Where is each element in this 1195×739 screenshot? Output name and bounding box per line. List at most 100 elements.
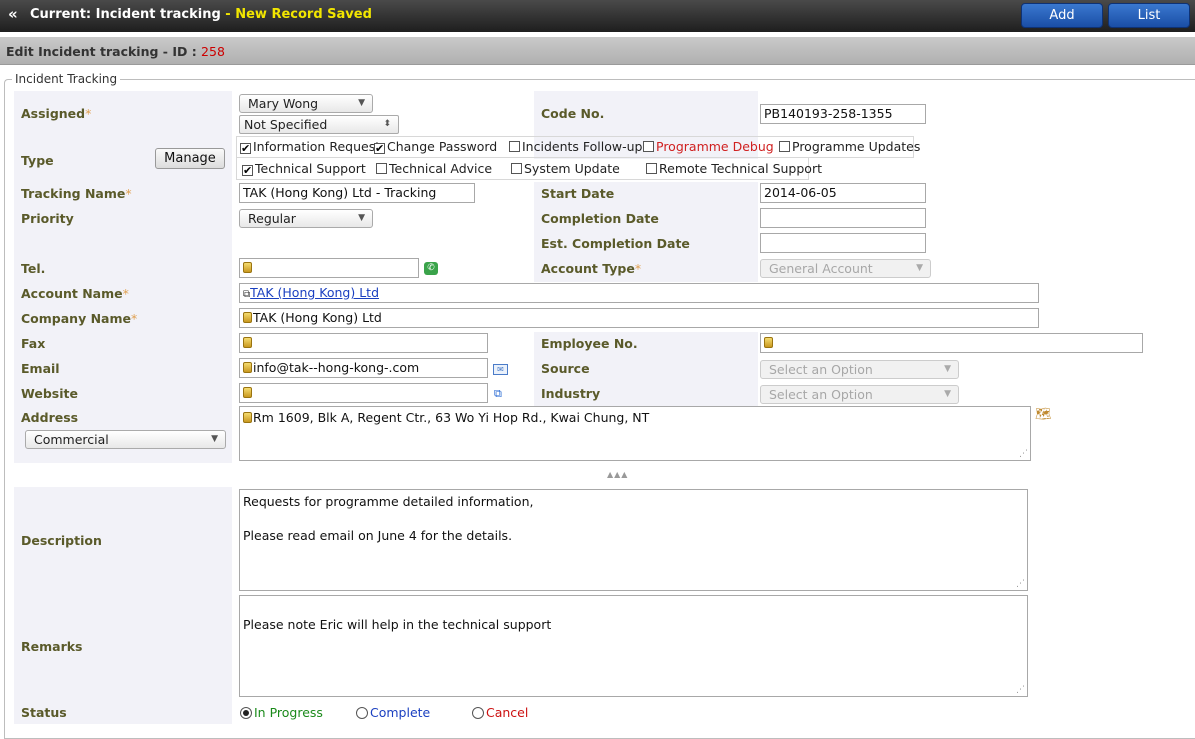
phone-icon[interactable]: ✆ [424,262,438,275]
checkbox-unchecked-icon[interactable] [643,141,654,152]
checkbox-unchecked-icon[interactable] [376,163,387,174]
double-chevron-left-icon[interactable]: « [8,5,18,23]
type-option-information-request[interactable]: ✔ Information Request [240,139,380,154]
remarks-textarea[interactable]: Please note Eric will help in the techni… [239,595,1028,697]
map-icon[interactable]: 🗺 [1035,407,1052,422]
email-label: Email [21,361,60,376]
tracking-name-input[interactable]: TAK (Hong Kong) Ltd - Tracking [239,183,475,203]
checkbox-checked-icon[interactable]: ✔ [240,143,251,154]
lower-label-band [14,487,232,724]
resize-grip-icon[interactable]: ⋰ [1019,450,1028,459]
company-name-input[interactable]: TAK (Hong Kong) Ltd [239,308,1039,328]
edit-record-heading: Edit Incident tracking - ID : 258 [6,44,225,59]
chevron-down-icon: ▼ [944,364,951,374]
type-option-system-update[interactable]: System Update [511,161,620,176]
account-name-input[interactable]: ⧉TAK (Hong Kong) Ltd [239,283,1039,303]
page-title-text: Current: Incident tracking [30,7,221,22]
left-label-band [14,91,232,463]
collapse-arrows-icon[interactable]: ▲▲▲ [607,470,628,479]
type-option-label: Technical Support [255,161,366,176]
type-label: Type [21,153,54,168]
employee-no-input[interactable] [760,333,1143,353]
source-label: Source [541,361,590,376]
type-option-label: Incidents Follow-up [522,139,643,154]
chevron-down-icon: ▼ [944,389,951,399]
address-type-select[interactable]: Commercial ▼ [25,430,226,449]
type-option-technical-advice[interactable]: Technical Advice [376,161,492,176]
account-name-link[interactable]: TAK (Hong Kong) Ltd [250,285,379,300]
type-option-label: Programme Debug [656,139,774,154]
employee-no-label: Employee No. [541,336,638,351]
record-id: 258 [201,44,225,59]
list-button[interactable]: List [1108,3,1190,28]
status-option-label: In Progress [254,705,323,720]
assigned-label: Assigned* [21,106,92,121]
status-option-in-progress[interactable]: In Progress [240,705,323,720]
type-option-programme-updates[interactable]: Programme Updates [779,139,920,154]
company-name-label: Company Name* [21,311,138,326]
checkbox-unchecked-icon[interactable] [509,141,520,152]
add-button[interactable]: Add [1021,3,1103,28]
checkbox-unchecked-icon[interactable] [511,163,522,174]
lock-icon [243,337,252,348]
est-completion-date-input[interactable] [760,233,926,253]
address-textarea[interactable]: Rm 1609, Blk A, Regent Ctr., 63 Wo Yi Ho… [239,406,1031,461]
type-option-programme-debug[interactable]: Programme Debug [643,139,774,154]
code-no-label: Code No. [541,106,605,121]
completion-date-input[interactable] [760,208,926,228]
radio-selected-icon[interactable] [240,707,252,719]
description-textarea[interactable]: Requests for programme detailed informat… [239,489,1028,591]
radio-unselected-icon[interactable] [472,707,484,719]
fax-label: Fax [21,336,46,351]
completion-date-label: Completion Date [541,211,659,226]
status-option-cancel[interactable]: Cancel [472,705,528,720]
manage-type-button[interactable]: Manage [155,148,225,169]
tel-label: Tel. [21,261,46,276]
checkbox-checked-icon[interactable]: ✔ [242,165,253,176]
resize-grip-icon[interactable]: ⋰ [1016,686,1025,695]
checkbox-unchecked-icon[interactable] [779,141,790,152]
tel-input[interactable] [239,258,419,278]
radio-unselected-icon[interactable] [356,707,368,719]
account-name-label: Account Name* [21,286,129,301]
account-type-select[interactable]: General Account ▼ [760,259,931,278]
page-title: Current: Incident tracking - New Record … [30,7,372,22]
start-date-input[interactable]: 2014-06-05 [760,183,926,203]
est-completion-date-label: Est. Completion Date [541,236,690,251]
lock-icon [764,337,773,348]
resize-grip-icon[interactable]: ⋰ [1016,580,1025,589]
mail-icon[interactable]: ✉ [493,364,508,375]
code-no-input[interactable]: PB140193-258-1355 [760,104,926,124]
lock-icon [243,387,252,398]
checkbox-unchecked-icon[interactable] [646,163,657,174]
type-option-label: Change Password [387,139,498,154]
chevron-down-icon: ▼ [211,434,218,444]
email-input[interactable]: info@tak--hong-kong-.com [239,358,488,378]
industry-select[interactable]: Select an Option ▼ [760,385,959,404]
industry-label: Industry [541,386,601,401]
account-type-label: Account Type* [541,261,642,276]
type-option-incidents-follow-up[interactable]: Incidents Follow-up [509,139,642,154]
priority-select[interactable]: Regular ▼ [239,209,373,228]
fax-input[interactable] [239,333,488,353]
edit-record-label: Edit Incident tracking - ID : [6,44,202,59]
status-option-label: Complete [370,705,431,720]
external-link-icon[interactable]: ⧉ [494,387,502,401]
assigned-user-select[interactable]: Mary Wong ▼ [239,94,373,113]
chevron-down-icon: ▼ [358,213,365,223]
type-option-label: Remote Technical Support [659,161,822,176]
lock-icon [243,262,252,273]
type-option-technical-support[interactable]: ✔ Technical Support [242,161,366,176]
type-option-change-password[interactable]: ✔ Change Password [374,139,497,154]
status-option-complete[interactable]: Complete [356,705,430,720]
checkbox-checked-icon[interactable]: ✔ [374,143,385,154]
website-label: Website [21,386,78,401]
assigned-group-select[interactable]: Not Specified ⬍ [239,115,399,134]
website-input[interactable] [239,383,488,403]
source-select[interactable]: Select an Option ▼ [760,360,959,379]
lock-icon [243,312,252,323]
type-option-remote-technical-support[interactable]: Remote Technical Support [646,161,822,176]
lock-icon [243,412,252,423]
status-label: Status [21,705,67,720]
type-option-label: Technical Advice [389,161,493,176]
